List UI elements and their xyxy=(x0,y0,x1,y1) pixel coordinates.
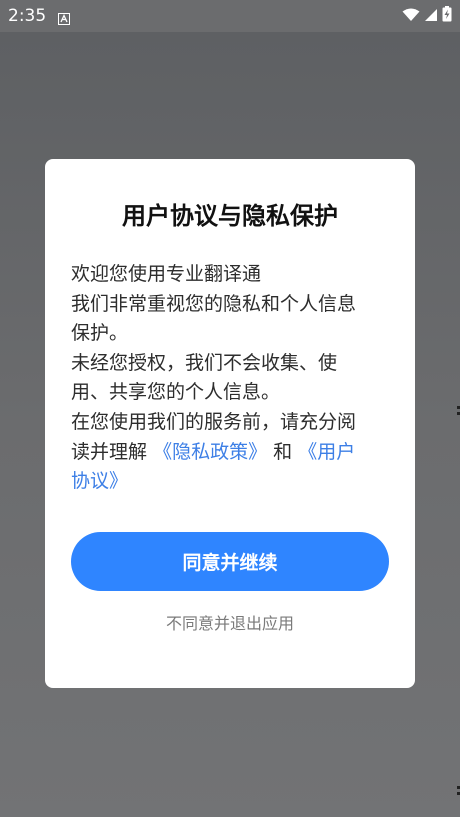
agree-continue-button[interactable]: 同意并继续 xyxy=(71,532,389,591)
body-line-links: 协议》 xyxy=(71,467,389,497)
wifi-icon xyxy=(402,7,420,26)
dialog-body: 欢迎您使用专业翻译通 我们非常重视您的隐私和个人信息 保护。 未经您授权，我们不… xyxy=(71,260,389,497)
status-right xyxy=(402,6,452,26)
body-line: 保护。 xyxy=(71,322,129,345)
status-time: 2:35 xyxy=(8,6,47,26)
user-agreement-link[interactable]: 协议》 xyxy=(71,470,128,492)
body-line: 用、共享您的个人信息。 xyxy=(71,381,281,404)
notification-a-icon xyxy=(58,10,71,25)
body-line: 我们非常重视您的隐私和个人信息 xyxy=(71,292,357,315)
body-line: 欢迎您使用专业翻译通 xyxy=(71,263,262,285)
signal-icon xyxy=(424,7,438,26)
dialog-title: 用户协议与隐私保护 xyxy=(122,202,338,230)
body-text: 读并理解 xyxy=(71,440,148,463)
body-text-and: 和 xyxy=(273,440,293,463)
decline-exit-link[interactable]: 不同意并退出应用 xyxy=(45,610,415,634)
privacy-policy-link[interactable]: 《隐私政策》 xyxy=(153,441,267,463)
status-bar: 2:35 xyxy=(0,0,460,32)
status-left: 2:35 xyxy=(8,6,71,26)
body-line-links: 读并理解 《隐私政策》 和 《用户 xyxy=(71,438,389,468)
body-line: 未经您授权，我们不会收集、使 xyxy=(71,351,338,374)
body-line: 在您使用我们的服务前，请充分阅 xyxy=(71,410,357,433)
privacy-dialog: 用户协议与隐私保护 欢迎您使用专业翻译通 我们非常重视您的隐私和个人信息 保护。… xyxy=(45,159,415,688)
user-agreement-link[interactable]: 《用户 xyxy=(298,441,355,463)
battery-charging-icon xyxy=(442,6,452,26)
